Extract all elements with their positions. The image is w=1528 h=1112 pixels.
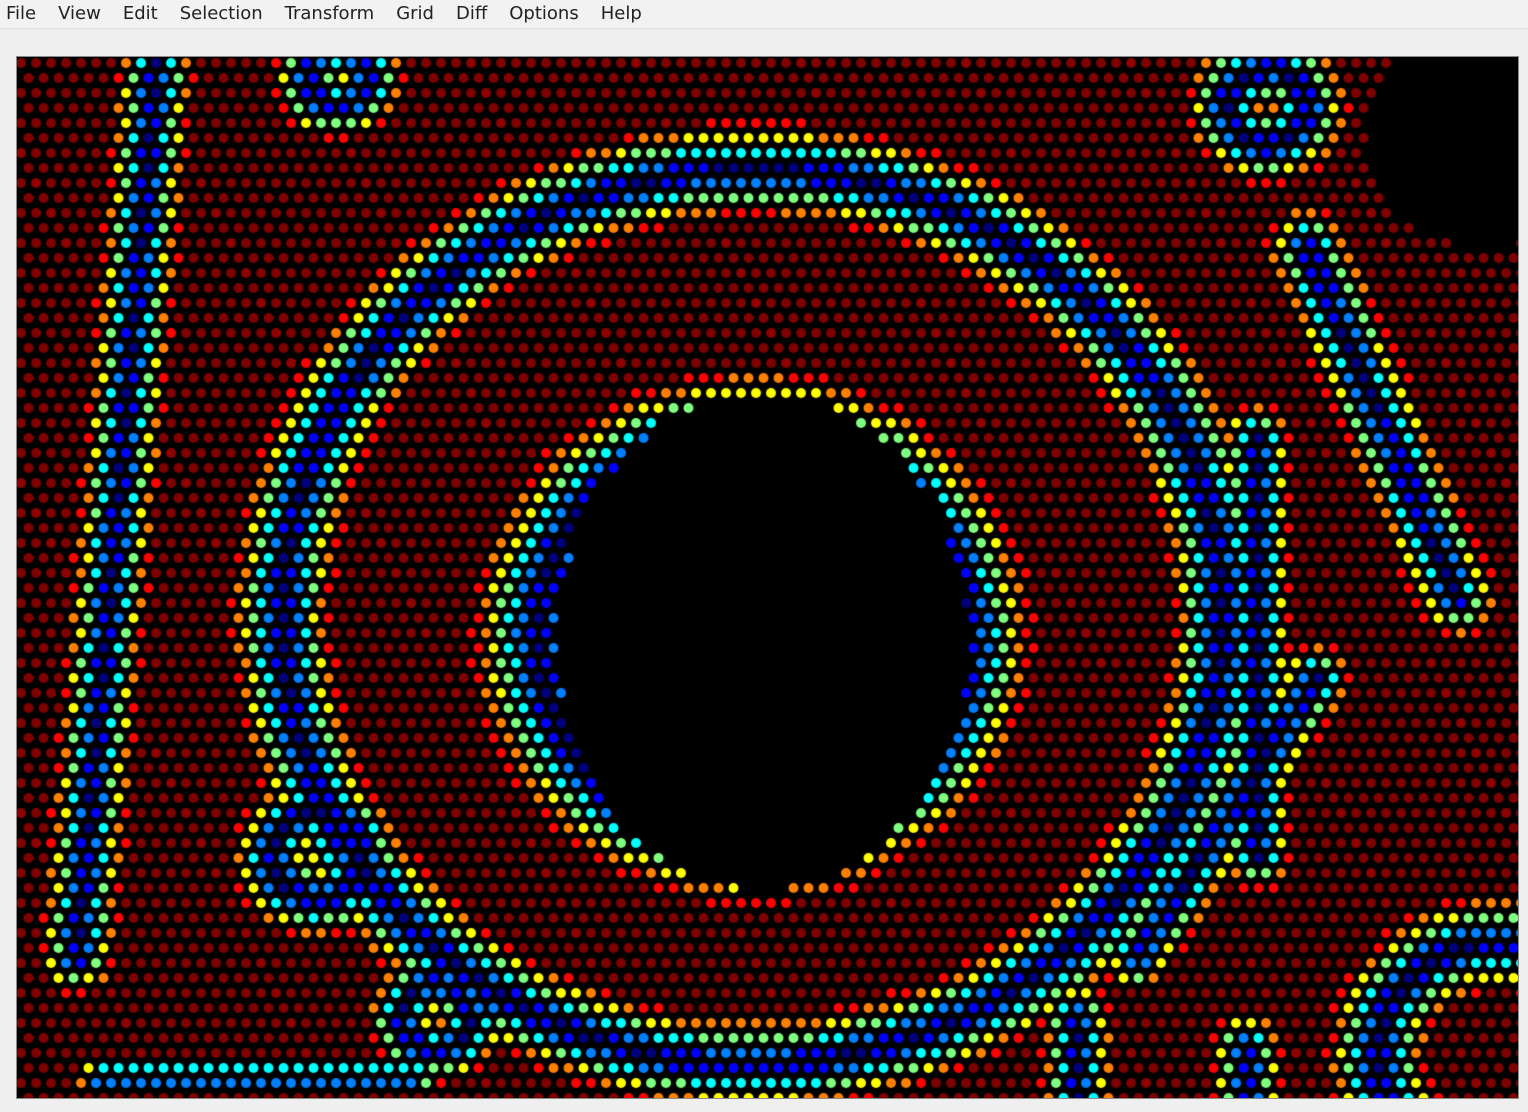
menu-diff[interactable]: Diff (445, 2, 498, 26)
menu-grid[interactable]: Grid (385, 2, 445, 26)
menu-edit[interactable]: Edit (112, 2, 169, 26)
menu-bar: File View Edit Selection Transform Grid … (0, 0, 1528, 29)
lattice-viewport[interactable] (16, 56, 1519, 1099)
atom-lattice-canvas[interactable] (17, 57, 1518, 1098)
menu-view[interactable]: View (47, 2, 112, 26)
menu-transform[interactable]: Transform (274, 2, 386, 26)
menu-selection[interactable]: Selection (169, 2, 274, 26)
menu-file[interactable]: File (0, 2, 47, 26)
menu-help[interactable]: Help (590, 2, 653, 26)
menu-options[interactable]: Options (498, 2, 589, 26)
